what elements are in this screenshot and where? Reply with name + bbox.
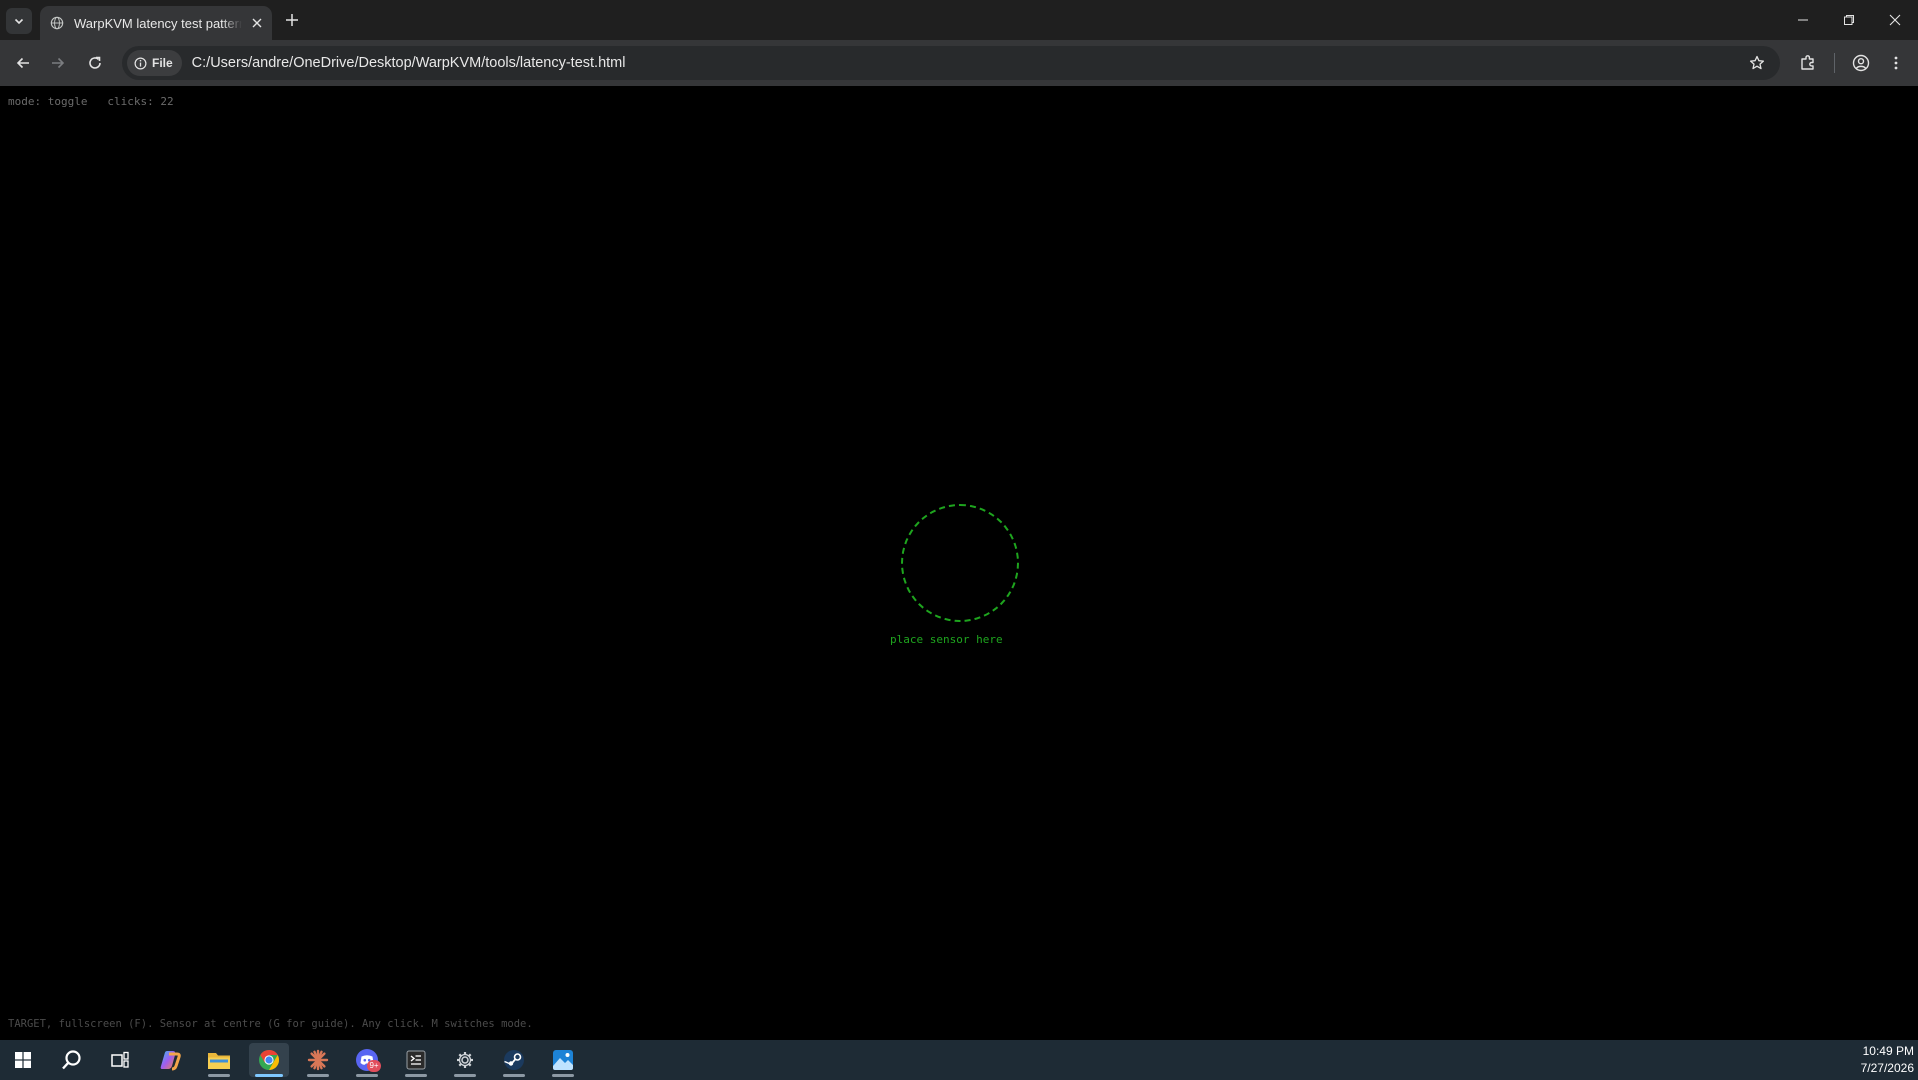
window-controls [1780,0,1918,40]
new-tab-button[interactable] [280,8,304,32]
arrow-left-icon [16,57,29,69]
kebab-menu-icon [1894,56,1898,70]
browser-toolbar: File C:/Users/andre/OneDrive/Desktop/War… [0,40,1918,86]
taskbar-file-explorer[interactable] [199,1043,239,1077]
terminal-icon [406,1050,426,1070]
scheme-label: File [152,56,173,70]
taskbar-chrome[interactable] [249,1043,289,1077]
toolbar-divider [1834,53,1835,73]
help-line: TARGET, fullscreen (F). Sensor at centre… [8,1018,533,1030]
status-line: mode: toggle clicks: 22 [8,95,174,108]
claude-icon [307,1049,329,1071]
running-indicator [405,1074,427,1077]
restore-button[interactable] [1826,0,1872,40]
account-icon [1852,54,1870,72]
copilot-icon [160,1051,181,1071]
chrome-icon [259,1050,279,1070]
globe-icon [50,16,64,30]
tab-active[interactable]: WarpKVM latency test pattern [40,6,272,40]
menu-button[interactable] [1884,51,1908,75]
taskbar-search-button[interactable] [52,1043,92,1077]
taskbar: 9+ 10:49 PM 7/27/2026 [0,1040,1918,1080]
address-bar[interactable]: File C:/Users/andre/OneDrive/Desktop/War… [122,46,1780,80]
puzzle-icon [1801,55,1814,70]
taskbar-claude[interactable] [298,1043,338,1077]
tab-title: WarpKVM latency test pattern [74,15,242,31]
star-icon [1749,55,1765,70]
file-explorer-icon [208,1053,230,1069]
profile-button[interactable] [1849,51,1873,75]
taskbar-steam[interactable] [494,1043,534,1077]
task-view-icon [111,1051,129,1068]
system-clock[interactable]: 10:49 PM 7/27/2026 [1861,1043,1914,1077]
close-icon [1889,14,1901,26]
sensor-target-ring [901,504,1019,622]
back-button[interactable] [11,51,35,75]
running-indicator [454,1074,476,1077]
notification-badge: 9+ [367,1060,381,1072]
taskbar-photos[interactable] [543,1043,583,1077]
close-tab-icon[interactable] [252,18,262,28]
task-view-button[interactable] [100,1043,140,1077]
minimize-icon [1798,19,1808,21]
taskbar-discord[interactable]: 9+ [347,1043,387,1077]
search-icon [62,1050,81,1070]
clock-date: 7/27/2026 [1860,1061,1914,1075]
url-text[interactable]: C:/Users/andre/OneDrive/Desktop/WarpKVM/… [192,55,1742,71]
running-indicator [552,1074,574,1077]
minimize-button[interactable] [1780,0,1826,40]
running-indicator [356,1074,378,1077]
active-indicator [255,1074,283,1077]
start-button[interactable] [3,1043,43,1077]
restore-icon [1844,15,1854,25]
close-window-button[interactable] [1872,0,1918,40]
running-indicator [307,1074,329,1077]
photos-icon [553,1050,573,1070]
start-icon [15,1052,31,1068]
chevron-down-icon [14,18,24,25]
settings-icon [457,1052,473,1068]
reload-icon [89,56,101,69]
extensions-button[interactable] [1796,51,1820,75]
tab-search-button[interactable] [6,8,32,34]
page-content[interactable]: mode: toggle clicks: 22 place sensor her… [0,86,1918,1040]
taskbar-settings[interactable] [445,1043,485,1077]
taskbar-terminal[interactable] [396,1043,436,1077]
info-icon [134,57,147,69]
sensor-label: place sensor here [890,633,1003,646]
site-info-chip[interactable]: File [127,50,182,76]
clock-time: 10:49 PM [1862,1044,1914,1058]
taskbar-copilot[interactable] [150,1043,190,1077]
bookmark-button[interactable] [1742,48,1772,78]
plus-icon [286,14,298,26]
steam-icon [504,1050,524,1070]
running-indicator [503,1074,525,1077]
tab-strip: WarpKVM latency test pattern [0,0,1918,40]
reload-button[interactable] [83,51,107,75]
forward-button[interactable] [46,51,70,75]
running-indicator [208,1074,230,1077]
arrow-right-icon [52,57,65,69]
